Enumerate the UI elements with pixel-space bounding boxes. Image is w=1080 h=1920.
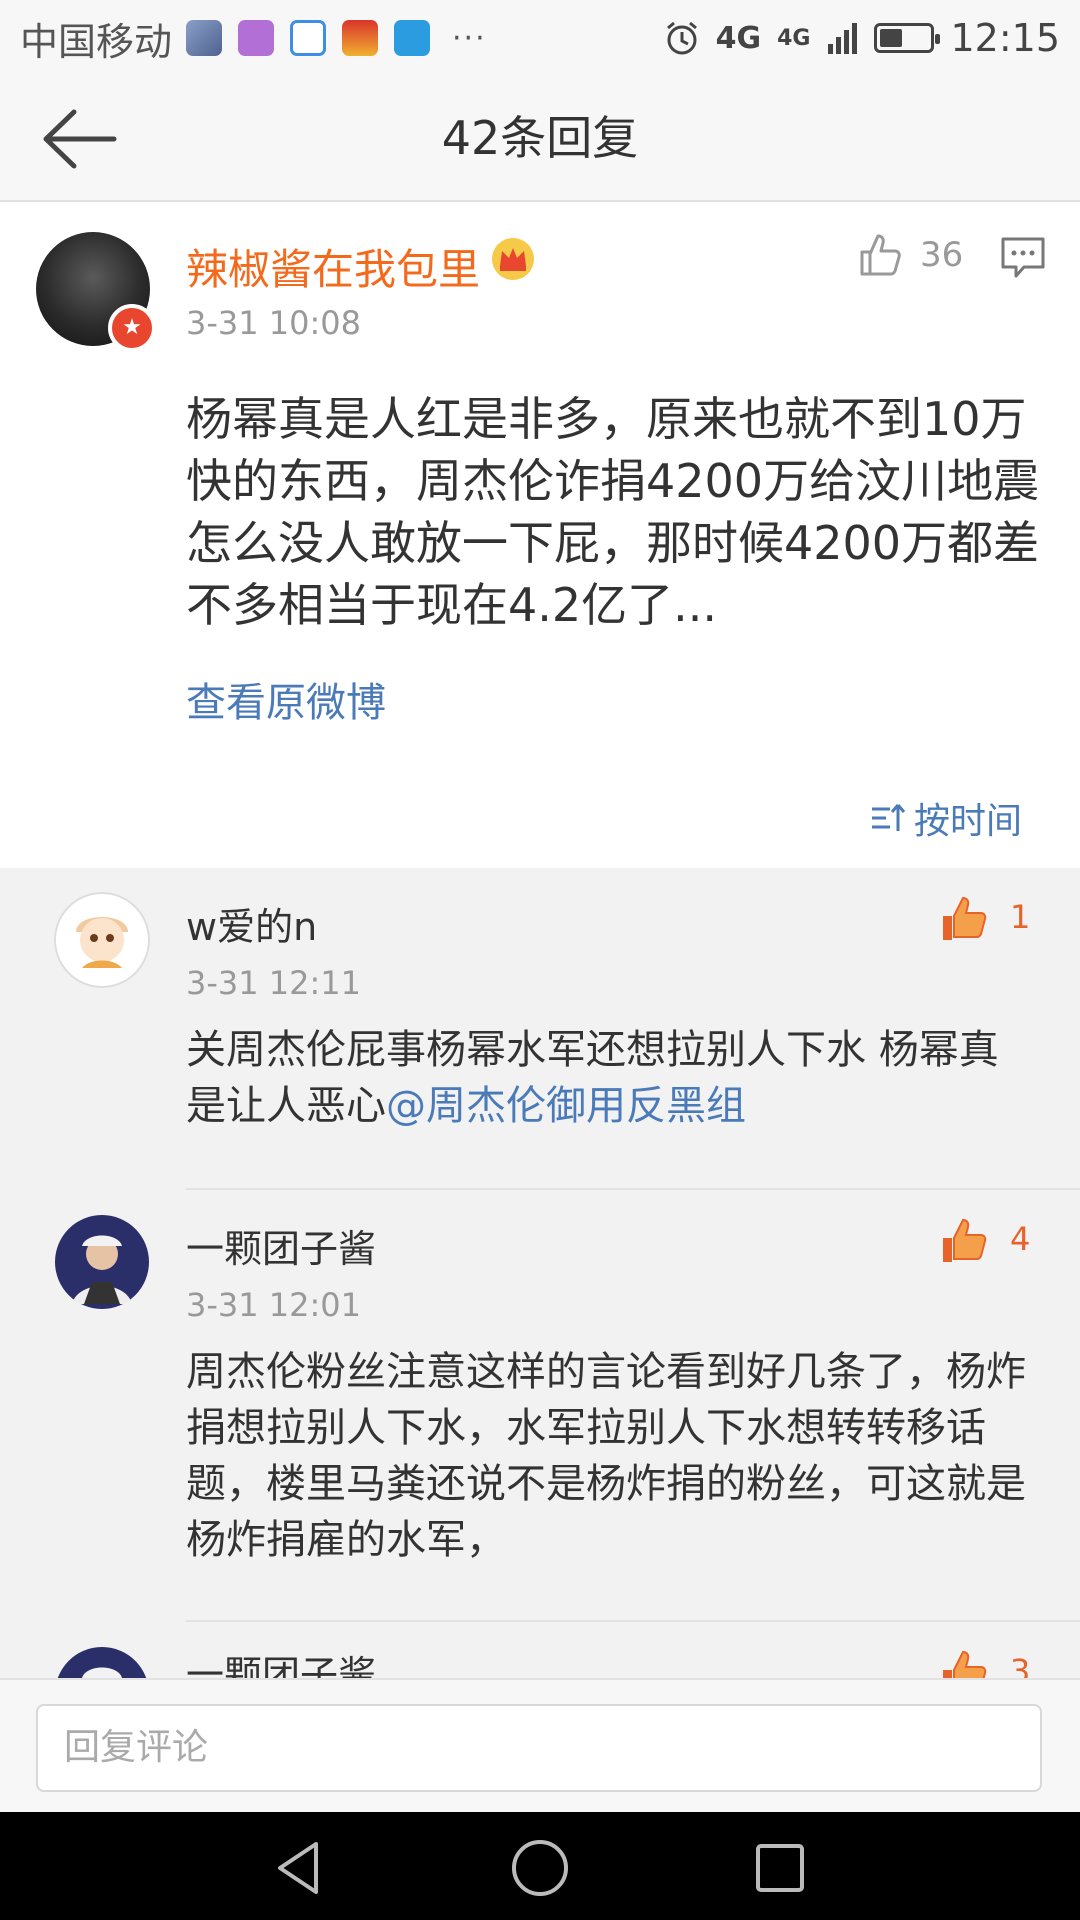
page-title: 42条回复 xyxy=(441,111,639,165)
status-right: 4G 4G 12:15 xyxy=(664,0,1060,76)
thumbs-up-icon[interactable] xyxy=(940,1648,990,1678)
divider xyxy=(186,1620,1080,1622)
nav-home-icon[interactable] xyxy=(510,1838,570,1898)
notification-icons: ··· xyxy=(186,20,487,56)
news-app-icon xyxy=(342,20,379,56)
status-bar: 中国移动 ··· 4G 4G 12:15 xyxy=(0,0,1080,76)
crown-icon xyxy=(492,238,534,280)
telegram-app-icon xyxy=(394,20,431,56)
reply-bar: 回复评论 xyxy=(0,1678,1080,1812)
post-time: 3-31 10:08 xyxy=(186,304,362,342)
reply-input[interactable]: 回复评论 xyxy=(36,1704,1042,1792)
sort-icon xyxy=(871,804,906,831)
post-username[interactable]: 辣椒酱在我包里 xyxy=(186,236,480,297)
battery-icon xyxy=(874,23,941,53)
original-post: ★ 辣椒酱在我包里 3-31 10:08 36 杨幂真是人红是非多，原来也就不到… xyxy=(0,202,1080,868)
comment-like-count: 1 xyxy=(1010,898,1031,936)
verified-badge-icon: ★ xyxy=(108,304,156,352)
thumbs-up-outline-icon xyxy=(860,234,901,276)
thumbs-up-icon[interactable] xyxy=(940,1216,990,1266)
system-nav-bar xyxy=(0,1812,1080,1920)
clock: 12:15 xyxy=(950,16,1060,60)
alarm-icon xyxy=(666,21,697,55)
sort-by-time-button[interactable]: 按时间 xyxy=(870,792,1022,844)
mention-link[interactable]: @周杰伦御用反黑组 xyxy=(386,1083,746,1129)
comment-like-count: 4 xyxy=(1010,1220,1031,1258)
comment-username[interactable]: 一颗团子酱 xyxy=(186,1218,376,1273)
comment-username[interactable]: 一颗团子酱 xyxy=(186,1644,376,1678)
gallery-app-icon xyxy=(238,20,275,56)
comment-list: w爱的n 3-31 12:11 1 关周杰伦屁事杨幂水军还想拉别人下水 杨幂真是… xyxy=(0,868,1080,1678)
battery-fill xyxy=(880,29,903,47)
avatar[interactable] xyxy=(54,1646,150,1678)
carrier-label: 中国移动 xyxy=(20,19,173,64)
post-text: 杨幂真是人红是非多，原来也就不到10万快的东西，周杰伦诈捐4200万给汶川地震怎… xyxy=(186,392,1040,632)
photo-grid-app-icon xyxy=(186,20,223,56)
comment-text: 周杰伦粉丝注意这样的言论看到好几条了，杨炸捐想拉别人下水，水军拉别人下水想转转移… xyxy=(186,1349,1026,1563)
nav-back-icon[interactable] xyxy=(270,1838,330,1898)
sort-label: 按时间 xyxy=(913,801,1022,842)
video-player-app-icon xyxy=(290,20,327,56)
comment-icon xyxy=(1001,237,1045,278)
network-type-1: 4G xyxy=(715,20,762,56)
header: 42条回复 xyxy=(0,76,1080,202)
post-like-button[interactable]: 36 xyxy=(858,232,963,278)
view-original-link[interactable]: 查看原微博 xyxy=(186,670,386,728)
divider xyxy=(186,1188,1080,1190)
nav-recents-icon[interactable] xyxy=(750,1838,810,1898)
comment-time: 3-31 12:01 xyxy=(186,1286,362,1324)
network-type-2: 4G xyxy=(777,25,811,51)
thumbs-up-icon[interactable] xyxy=(940,894,990,944)
comment-time: 3-31 12:11 xyxy=(186,964,362,1002)
signal-icon xyxy=(828,23,858,54)
post-like-count: 36 xyxy=(920,235,964,275)
comment-text: 关周杰伦屁事杨幂水军还想拉别人下水 杨幂真是让人恶心@周杰伦御用反黑组 xyxy=(186,1022,1032,1134)
avatar[interactable] xyxy=(54,892,150,988)
comment-username[interactable]: w爱的n xyxy=(186,896,317,951)
avatar[interactable] xyxy=(54,1214,150,1310)
more-notifications-icon: ··· xyxy=(452,20,487,56)
comment-like-count: 3 xyxy=(1010,1652,1031,1678)
comment-button[interactable] xyxy=(1000,236,1046,280)
